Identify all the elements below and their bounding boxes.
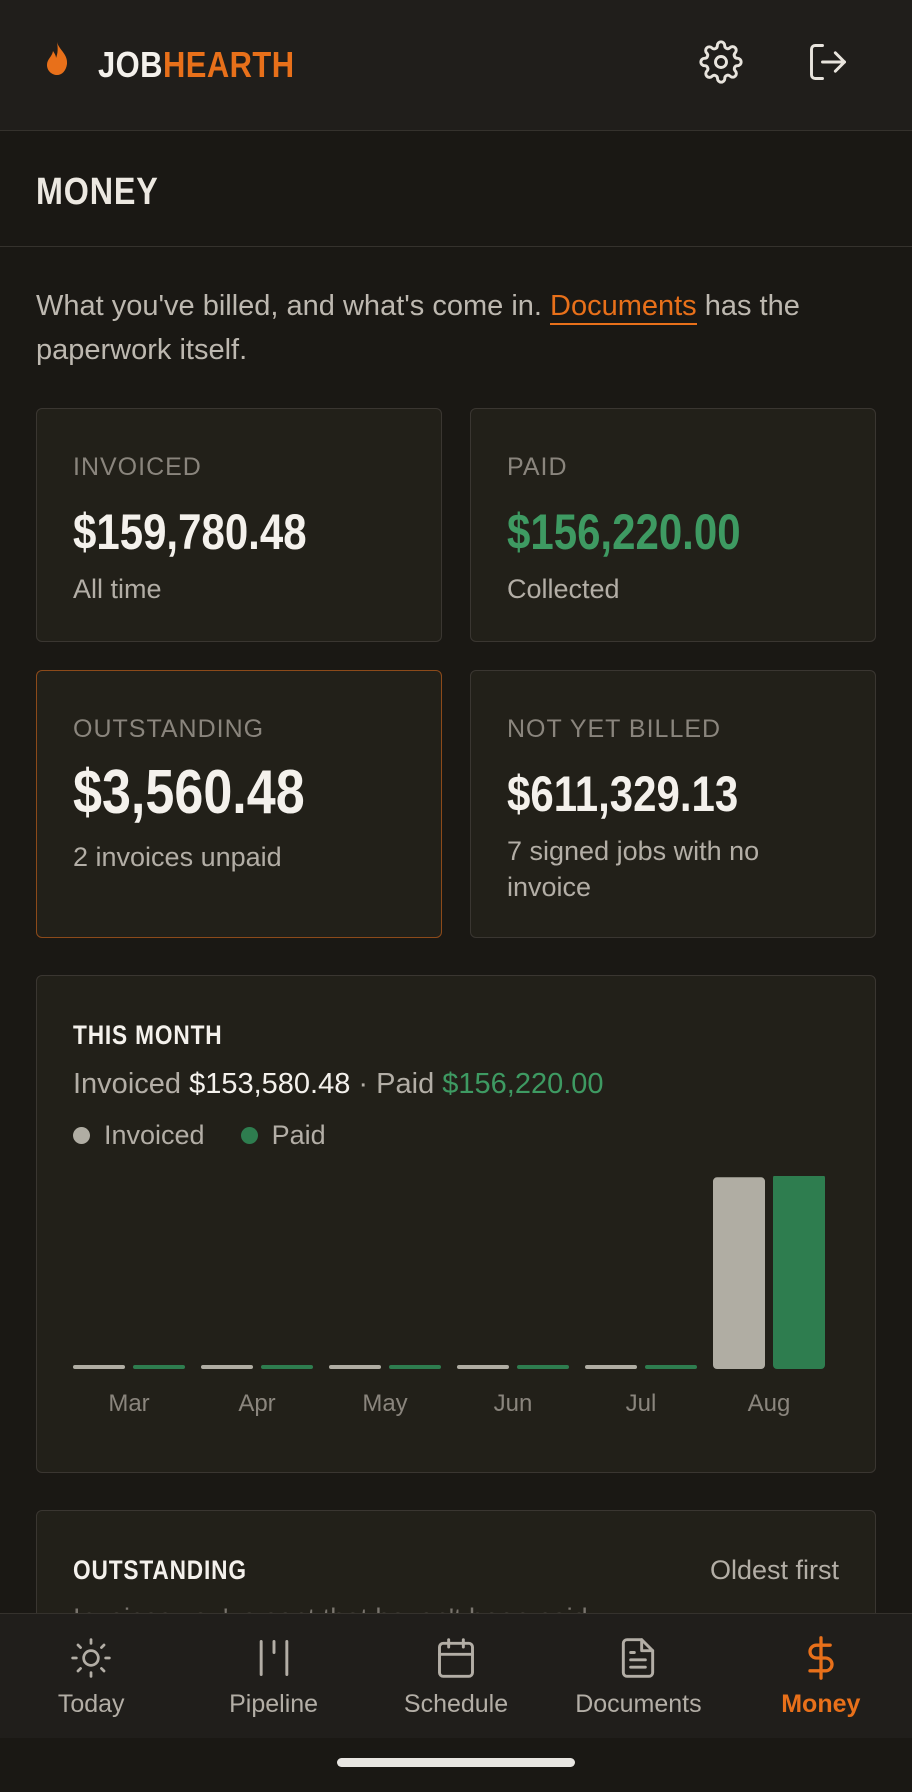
bar-paid-may <box>389 1365 441 1369</box>
bar-invoiced-may <box>329 1365 381 1369</box>
legend-invoiced: Invoiced <box>73 1120 205 1151</box>
paid-sub: Collected <box>507 574 620 604</box>
nav-pipeline[interactable]: Pipeline <box>182 1614 364 1738</box>
legend-invoiced-label: Invoiced <box>104 1120 205 1150</box>
paid-card: PAID $156,220.00 Collected <box>470 408 876 642</box>
calendar-icon <box>438 1638 474 1678</box>
invoiced-sub: All time <box>73 574 162 604</box>
bottom-nav: Today Pipeline Schedule Documents Money <box>0 1613 912 1738</box>
logo-text-hearth: HEARTH <box>162 44 295 85</box>
bar-paid-mar <box>133 1365 185 1369</box>
bar-paid-aug <box>773 1176 825 1369</box>
bar-invoiced-aug <box>713 1177 765 1369</box>
settings-button[interactable] <box>697 38 745 86</box>
bar-invoiced-jun <box>457 1365 509 1369</box>
legend-paid: Paid <box>240 1120 326 1151</box>
app-logo[interactable]: JOBHEARTH <box>44 40 294 85</box>
invoiced-label: INVOICED <box>73 453 202 481</box>
monthly-bar-chart: Mar Apr May Jun Jul Aug <box>73 1176 825 1417</box>
outstanding-section-title: OUTSTANDING <box>73 1555 247 1585</box>
app-header: JOBHEARTH <box>0 0 912 131</box>
not-billed-sub: 7 signed jobs with no invoice <box>507 836 760 902</box>
not-billed-value: $611,329.13 <box>507 766 739 822</box>
summary-invoiced-label: Invoiced <box>73 1068 182 1100</box>
nav-money[interactable]: Money <box>730 1614 912 1738</box>
documents-link[interactable]: Documents <box>550 290 697 325</box>
sort-toggle[interactable]: Oldest first <box>710 1555 839 1586</box>
x-tick-label: Mar <box>108 1390 149 1417</box>
invoiced-card: INVOICED $159,780.48 All time <box>36 408 442 642</box>
home-indicator[interactable] <box>337 1758 575 1767</box>
summary-paid-label: Paid <box>376 1068 435 1100</box>
legend-invoiced-dot <box>73 1127 90 1144</box>
sun-icon <box>71 1638 111 1678</box>
bar-invoiced-jul <box>585 1365 637 1369</box>
x-tick-label: Jul <box>626 1390 657 1417</box>
nav-today[interactable]: Today <box>0 1614 182 1738</box>
app-logo-text: JOBHEARTH <box>98 44 295 86</box>
page-title: MONEY <box>36 171 159 213</box>
pipeline-icon <box>259 1640 288 1676</box>
logo-text-job: JOB <box>98 44 163 85</box>
summary-separator: · <box>358 1068 369 1100</box>
nav-pipeline-label: Pipeline <box>229 1690 319 1718</box>
this-month-card: THIS MONTH Invoiced $153,580.48 · Paid $… <box>36 975 876 1473</box>
bar-paid-jul <box>645 1365 697 1369</box>
x-tick-label: Aug <box>748 1390 791 1417</box>
not-billed-card: NOT YET BILLED $611,329.13 7 signed jobs… <box>470 670 876 938</box>
nav-today-label: Today <box>57 1690 125 1718</box>
outstanding-value: $3,560.48 <box>73 758 305 827</box>
gear-icon <box>699 40 743 84</box>
bar-invoiced-mar <box>73 1365 125 1369</box>
document-icon <box>622 1638 655 1678</box>
not-billed-label: NOT YET BILLED <box>507 715 722 743</box>
this-month-title: THIS MONTH <box>73 1020 223 1050</box>
flame-icon <box>47 42 68 75</box>
summary-invoiced-value: $153,580.48 <box>189 1068 351 1100</box>
nav-money-label: Money <box>781 1690 861 1718</box>
page-title-bar: MONEY <box>0 131 912 247</box>
this-month-summary: Invoiced $153,580.48 · Paid $156,220.00 <box>73 1068 604 1101</box>
x-tick-label: Jun <box>494 1390 533 1417</box>
legend-paid-label: Paid <box>271 1120 326 1150</box>
legend-paid-dot <box>240 1127 258 1144</box>
outstanding-label: OUTSTANDING <box>73 715 265 743</box>
nav-schedule[interactable]: Schedule <box>365 1614 547 1738</box>
bar-invoiced-apr <box>201 1365 253 1369</box>
nav-documents[interactable]: Documents <box>547 1614 729 1738</box>
logout-button[interactable] <box>804 38 852 86</box>
logout-icon <box>810 44 846 80</box>
summary-paid-value: $156,220.00 <box>442 1068 604 1100</box>
chart-legend: Invoiced Paid <box>73 1120 362 1151</box>
bar-paid-jun <box>517 1365 569 1369</box>
outstanding-sub: 2 invoices unpaid <box>73 842 282 872</box>
invoiced-value: $159,780.48 <box>73 504 307 560</box>
intro-text-start: What you've billed, and what's come in. <box>36 290 550 322</box>
dollar-icon <box>808 1636 834 1680</box>
paid-value: $156,220.00 <box>507 504 741 560</box>
outstanding-card: OUTSTANDING $3,560.48 2 invoices unpaid <box>36 670 442 938</box>
x-tick-label: May <box>362 1390 407 1417</box>
bar-paid-apr <box>261 1365 313 1369</box>
intro-text: What you've billed, and what's come in. … <box>36 284 876 372</box>
nav-schedule-label: Schedule <box>403 1690 509 1718</box>
x-tick-label: Apr <box>238 1390 275 1417</box>
nav-documents-label: Documents <box>575 1690 702 1718</box>
paid-label: PAID <box>507 453 568 481</box>
